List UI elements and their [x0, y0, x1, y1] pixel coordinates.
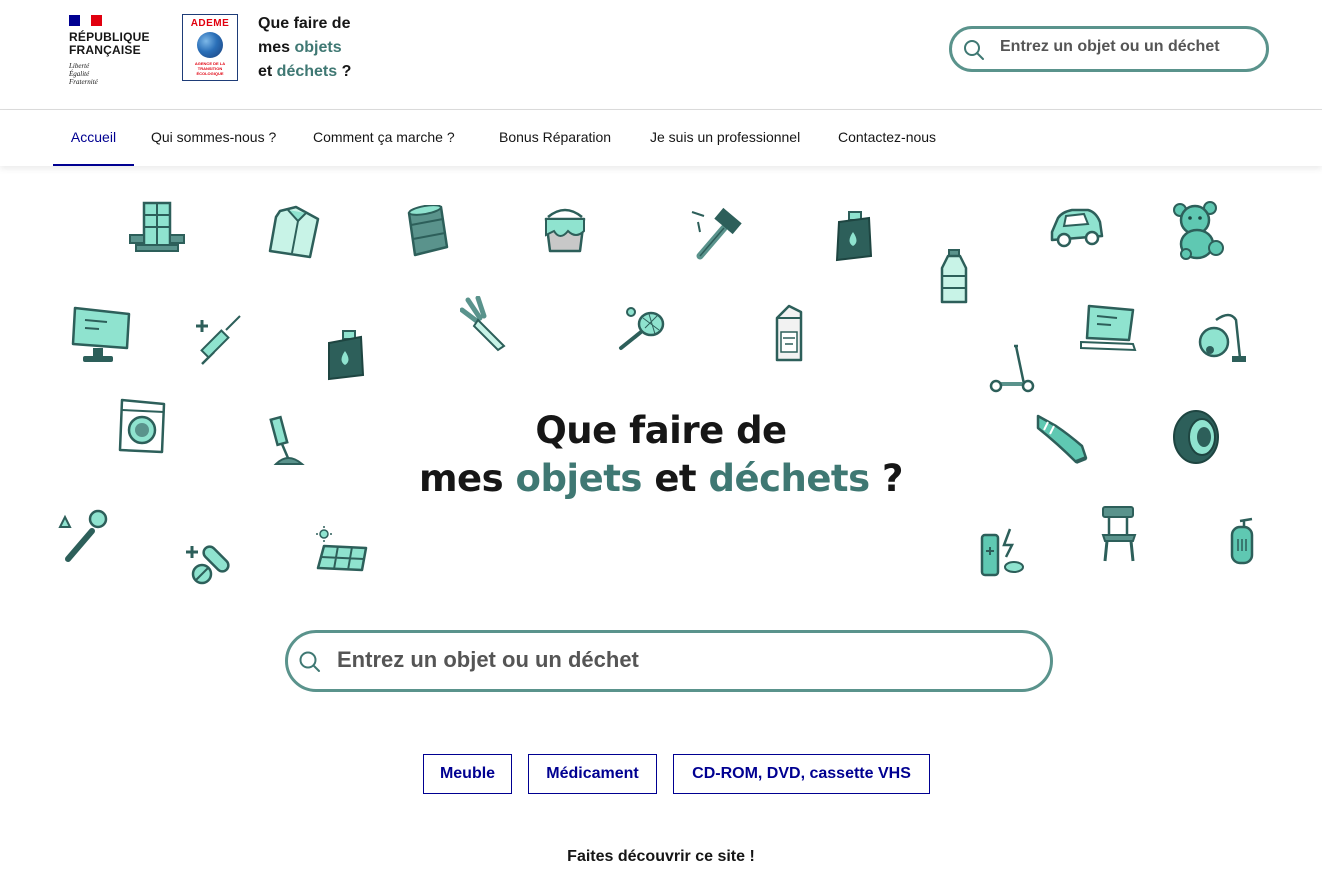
- suggestion-medicament-button[interactable]: Médicament: [528, 754, 657, 794]
- nav-item-bonus-reparation[interactable]: Bonus Réparation: [499, 110, 611, 166]
- chair-icon: [1101, 506, 1137, 562]
- site-header: RÉPUBLIQUE FRANÇAISE Liberté Égalité Fra…: [0, 0, 1322, 110]
- oil-can-icon: [835, 211, 873, 262]
- nav-item-qui-sommes-nous[interactable]: Qui sommes-nous ?: [151, 110, 276, 166]
- main-nav: Accueil Qui sommes-nous ? Comment ça mar…: [0, 110, 1322, 166]
- main-search-input[interactable]: Entrez un objet ou un déchet: [285, 630, 1053, 692]
- site-title-line1: Que faire de: [258, 15, 351, 32]
- site-title-objets: objets: [294, 39, 342, 56]
- shirt-icon: [268, 205, 320, 259]
- tennis-racket-icon: [619, 307, 665, 350]
- nav-item-contact[interactable]: Contactez-nous: [838, 110, 936, 166]
- site-title-dechets: déchets: [276, 63, 338, 80]
- gov-motto-2: Égalité: [69, 70, 90, 78]
- water-bottle-icon: [940, 249, 968, 304]
- gov-name-line2: FRANÇAISE: [69, 43, 141, 57]
- globe-icon: [197, 32, 223, 58]
- share-heading: Faites découvrir ce site !: [567, 848, 755, 865]
- syringe-icon: [196, 315, 241, 365]
- republique-francaise-logo[interactable]: RÉPUBLIQUE FRANÇAISE Liberté Égalité Fra…: [69, 15, 169, 86]
- car-icon: [1050, 208, 1104, 248]
- ademe-logo-text: ADEME: [190, 18, 230, 29]
- nav-item-accueil[interactable]: Accueil: [53, 110, 134, 166]
- main-search-placeholder: Entrez un objet ou un déchet: [337, 647, 639, 672]
- solar-panel-icon: [316, 526, 368, 572]
- pills-icon: [186, 545, 230, 585]
- barrel-icon: [407, 205, 449, 257]
- hero-title-objets: objets: [515, 457, 643, 500]
- nav-item-professionnel[interactable]: Je suis un professionnel: [650, 110, 800, 166]
- teddy-bear-icon: [1173, 201, 1224, 260]
- site-title-mes: mes: [258, 39, 295, 56]
- flashlight-icon: [58, 509, 108, 562]
- site-title-et: et: [258, 63, 277, 80]
- paint-bucket-icon: [544, 208, 586, 253]
- laptop-icon: [1080, 304, 1137, 352]
- nav-item-comment-ca-marche[interactable]: Comment ça marche ?: [313, 110, 455, 166]
- gov-motto-3: Fraternité: [69, 78, 98, 86]
- milk-carton-icon: [775, 304, 803, 362]
- suggestion-cdrom-button[interactable]: CD-ROM, DVD, cassette VHS: [673, 754, 930, 794]
- hero-title-line2: mes objets et déchets ?: [0, 456, 1322, 502]
- ademe-logo[interactable]: ADEME AGENCE DE LA TRANSITION ÉCOLOGIQUE: [182, 14, 238, 81]
- hero-title-line1: Que faire de: [535, 409, 787, 452]
- gov-motto-1: Liberté: [69, 62, 90, 70]
- fire-extinguisher-icon: [1230, 517, 1254, 565]
- ademe-subtitle: AGENCE DE LA TRANSITION ÉCOLOGIQUE: [194, 61, 226, 76]
- hammer-icon: [691, 207, 742, 260]
- monitor-icon: [71, 306, 131, 362]
- search-icon: [964, 40, 984, 60]
- site-title[interactable]: Que faire de mes objets et déchets ?: [258, 12, 351, 84]
- leek-icon: [460, 296, 506, 352]
- jerrycan-icon: [328, 330, 365, 381]
- vacuum-cleaner-icon: [1198, 313, 1246, 362]
- search-icon: [299, 651, 320, 672]
- scooter-icon: [989, 344, 1035, 393]
- hero-title-mes: mes: [418, 457, 516, 500]
- hero-title-question: ?: [869, 457, 904, 500]
- header-search-input[interactable]: Entrez un objet ou un déchet: [949, 26, 1269, 72]
- building-icon: [129, 201, 185, 252]
- hero-title-et: et: [641, 457, 709, 500]
- header-search-placeholder: Entrez un objet ou un déchet: [1000, 38, 1220, 55]
- site-title-question: ?: [337, 63, 352, 80]
- battery-icon: [980, 528, 1024, 577]
- french-flag-icon: [69, 15, 102, 26]
- hero-title-dechets: déchets: [708, 457, 870, 500]
- suggestion-meuble-button[interactable]: Meuble: [423, 754, 512, 794]
